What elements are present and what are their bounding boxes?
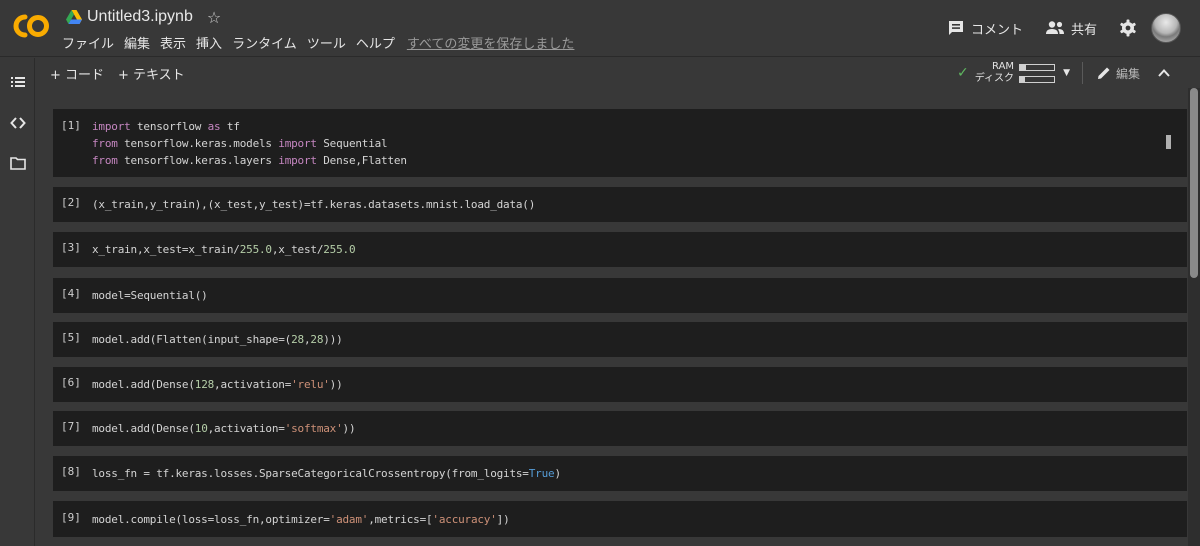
disk-fill (1020, 76, 1025, 82)
code-cell-5[interactable]: [5] model.add(Flatten(input_shape=(28,28… (53, 322, 1187, 357)
execution-count: [8] (61, 465, 81, 478)
check-icon: ✓ (957, 65, 969, 81)
execution-count: [5] (61, 331, 81, 344)
cell-code[interactable]: (x_train,y_train),(x_test,y_test)=tf.ker… (92, 196, 535, 213)
menu-help[interactable]: ヘルプ (356, 33, 395, 52)
execution-count: [9] (61, 511, 81, 524)
pencil-icon (1097, 67, 1110, 79)
code-cell-1[interactable]: [1] import tensorflow as tf from tensorf… (53, 109, 1187, 177)
execution-count: [7] (61, 420, 81, 433)
code-line: from tensorflow.keras.layers import Dens… (92, 154, 407, 167)
app-header: Untitled3.ipynb ☆ ファイル 編集 表示 挿入 ランタイム ツー… (0, 0, 1200, 57)
code-cell-6[interactable]: [6] model.add(Dense(128,activation='relu… (53, 367, 1187, 402)
code-cell-7[interactable]: [7] model.add(Dense(10,activation='softm… (53, 411, 1187, 446)
execution-count: [6] (61, 376, 81, 389)
cell-code[interactable]: import tensorflow as tf from tensorflow.… (92, 118, 407, 169)
notebook-area: [1] import tensorflow as tf from tensorf… (36, 88, 1188, 546)
menu-runtime[interactable]: ランタイム (232, 33, 297, 52)
add-code-button[interactable]: + コード (50, 64, 104, 83)
share-label: 共有 (1070, 22, 1097, 38)
share-icon (1045, 21, 1064, 34)
cell-code[interactable]: x_train,x_test=x_train/255.0,x_test/255.… (92, 241, 356, 258)
edit-label: 編集 (1115, 66, 1140, 81)
cell-code[interactable]: model.add(Dense(10,activation='softmax')… (92, 420, 356, 437)
code-cell-9[interactable]: [9] model.compile(loss=loss_fn,optimizer… (53, 501, 1187, 537)
menu-file[interactable]: ファイル (62, 33, 114, 52)
menu-insert[interactable]: 挿入 (196, 33, 222, 52)
ram-bar (1019, 63, 1056, 71)
toc-icon[interactable] (10, 74, 26, 90)
code-line: import tensorflow as tf (92, 120, 240, 133)
disk-bar (1019, 75, 1056, 83)
menu-view[interactable]: 表示 (160, 33, 186, 52)
star-icon[interactable]: ☆ (207, 8, 221, 27)
notebook-toolbar: + コード + テキスト ✓ RAM ディスク ▼ 編集 (36, 58, 1200, 88)
colab-logo[interactable] (12, 12, 50, 40)
left-rail (0, 58, 35, 546)
cell-code[interactable]: model.add(Dense(128,activation='relu')) (92, 376, 343, 393)
notebook-title[interactable]: Untitled3.ipynb (87, 8, 193, 26)
cell-code[interactable]: model.add(Flatten(input_shape=(28,28))) (92, 331, 343, 348)
resource-monitor[interactable]: RAM ディスク (974, 61, 1056, 85)
scroll-marker (1166, 135, 1171, 149)
cell-code[interactable]: loss_fn = tf.keras.losses.SparseCategori… (92, 465, 561, 482)
code-snippets-icon[interactable] (10, 115, 26, 131)
avatar[interactable] (1151, 13, 1181, 43)
comment-icon (948, 21, 963, 35)
code-cell-4[interactable]: [4] model=Sequential() (53, 278, 1187, 313)
code-line: from tensorflow.keras.models import Sequ… (92, 137, 388, 150)
folder-icon[interactable] (10, 155, 26, 171)
comment-button[interactable]: コメント (947, 19, 1023, 38)
ram-label: RAM (992, 61, 1015, 72)
title-row: Untitled3.ipynb ☆ (66, 6, 221, 28)
edit-button[interactable]: 編集 (1097, 65, 1140, 82)
chevron-down-icon[interactable]: ▼ (1063, 68, 1070, 78)
execution-count: [3] (61, 241, 81, 254)
add-text-button[interactable]: + テキスト (118, 64, 185, 83)
save-status-link[interactable]: すべての変更を保存しました (407, 33, 575, 52)
cell-code[interactable]: model.compile(loss=loss_fn,optimizer='ad… (92, 511, 510, 528)
cell-code[interactable]: model=Sequential() (92, 287, 208, 304)
disk-label: ディスク (974, 73, 1015, 84)
scrollbar-thumb[interactable] (1190, 88, 1198, 278)
execution-count: [2] (61, 196, 81, 209)
menu-bar: ファイル 編集 表示 挿入 ランタイム ツール ヘルプ すべての変更を保存しまし… (62, 33, 584, 52)
toolbar-right: ✓ RAM ディスク ▼ 編集 (957, 58, 1200, 88)
header-actions: コメント 共有 (947, 12, 1200, 44)
disk-row: ディスク (974, 73, 1056, 85)
chevron-up-icon[interactable] (1156, 65, 1172, 81)
toolbar-divider (1081, 62, 1083, 84)
menu-tools[interactable]: ツール (307, 33, 346, 52)
gear-icon[interactable] (1119, 19, 1137, 37)
comment-label: コメント (970, 22, 1023, 38)
ram-row: RAM (992, 61, 1056, 73)
code-cell-3[interactable]: [3] x_train,x_test=x_train/255.0,x_test/… (53, 232, 1187, 267)
code-cell-2[interactable]: [2] (x_train,y_train),(x_test,y_test)=tf… (53, 187, 1187, 222)
menu-edit[interactable]: 編集 (124, 33, 150, 52)
drive-icon (66, 10, 82, 24)
notebook-scrollbar[interactable] (1188, 88, 1200, 546)
code-cell-8[interactable]: [8] loss_fn = tf.keras.losses.SparseCate… (53, 456, 1187, 491)
ram-fill (1020, 64, 1027, 70)
execution-count: [1] (61, 119, 81, 132)
execution-count: [4] (61, 287, 81, 300)
share-button[interactable]: 共有 (1045, 19, 1097, 38)
